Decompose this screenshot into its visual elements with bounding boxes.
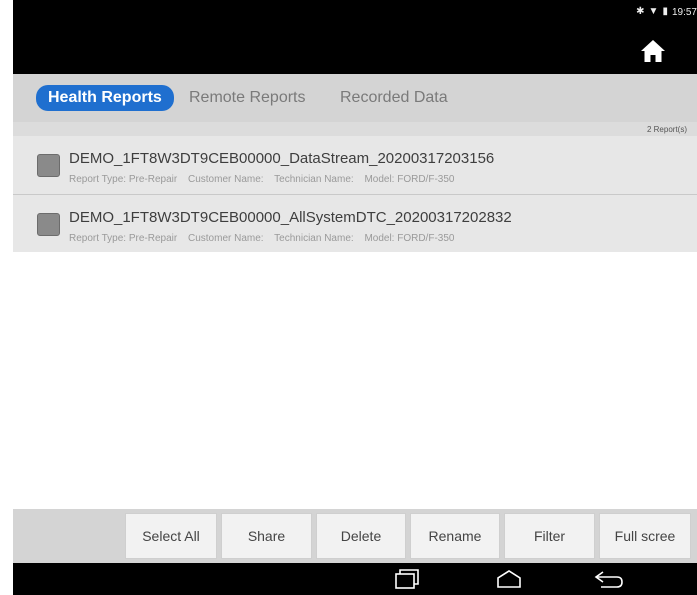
report-title: DEMO_1FT8W3DT9CEB00000_DataStream_202003… [69, 150, 495, 167]
tab-health-reports[interactable]: Health Reports [36, 85, 174, 111]
rename-button[interactable]: Rename [410, 513, 500, 559]
report-list-empty-area [13, 252, 697, 509]
report-row[interactable]: DEMO_1FT8W3DT9CEB00000_AllSystemDTC_2020… [13, 195, 697, 254]
full-screen-button[interactable]: Full scree [599, 513, 691, 559]
report-count: 2 Report(s) [646, 125, 687, 134]
system-nav-bar [13, 563, 697, 595]
battery-icon: ▮ [662, 6, 668, 17]
back-icon [594, 571, 623, 588]
home-button[interactable] [637, 36, 669, 66]
report-checkbox[interactable] [37, 154, 60, 177]
customer-name: Customer Name: [187, 174, 264, 185]
select-all-button[interactable]: Select All [125, 513, 217, 559]
technician-name: Technician Name: [274, 174, 354, 185]
back-button[interactable] [589, 568, 629, 590]
nav-home-button[interactable] [489, 568, 529, 590]
report-tabs: Health Reports Remote Reports Recorded D… [13, 74, 697, 122]
report-count-bar: 2 Report(s) [13, 122, 697, 136]
app-window: ✱ ▼ ▮ 19:57 Health Reports Remote Report… [13, 0, 697, 595]
window-left-edge [0, 0, 13, 595]
report-meta: Report Type: Pre-Repair Customer Name: T… [69, 233, 462, 244]
vehicle-model: Model: FORD/F-350 [364, 174, 455, 185]
status-icons: ✱ ▼ ▮ 19:57 [636, 6, 697, 18]
wifi-icon: ▼ [648, 6, 659, 17]
recent-apps-icon [395, 569, 419, 589]
report-type: Report Type: Pre-Repair [69, 233, 178, 244]
report-row[interactable]: DEMO_1FT8W3DT9CEB00000_DataStream_202003… [13, 136, 697, 195]
delete-button[interactable]: Delete [316, 513, 406, 559]
report-type: Report Type: Pre-Repair [69, 174, 178, 185]
filter-button[interactable]: Filter [504, 513, 595, 559]
customer-name: Customer Name: [187, 233, 264, 244]
tab-remote-reports[interactable]: Remote Reports [189, 85, 306, 111]
nav-home-icon [497, 570, 521, 588]
technician-name: Technician Name: [274, 233, 354, 244]
report-meta: Report Type: Pre-Repair Customer Name: T… [69, 174, 462, 185]
share-button[interactable]: Share [221, 513, 312, 559]
bluetooth-icon: ✱ [636, 6, 645, 17]
report-checkbox[interactable] [37, 213, 60, 236]
tab-recorded-data[interactable]: Recorded Data [340, 85, 448, 111]
vehicle-model: Model: FORD/F-350 [364, 233, 455, 244]
status-time: 19:57 [671, 6, 697, 18]
action-button-bar: Select All Share Delete Rename Filter Fu… [13, 509, 697, 563]
home-icon [641, 40, 665, 62]
report-title: DEMO_1FT8W3DT9CEB00000_AllSystemDTC_2020… [69, 209, 512, 226]
status-bar: ✱ ▼ ▮ 19:57 [13, 0, 697, 28]
recent-apps-button[interactable] [386, 568, 426, 590]
app-bar [13, 28, 697, 74]
